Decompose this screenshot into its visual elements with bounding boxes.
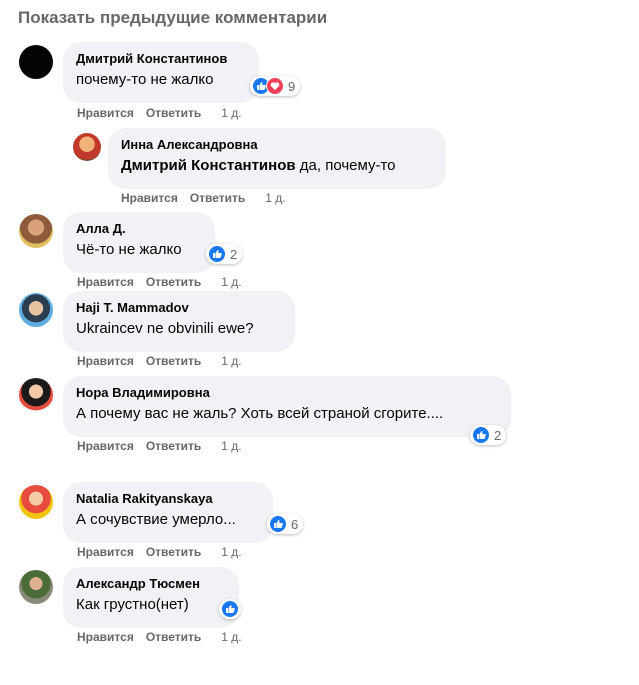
like-button[interactable]: Нравится — [77, 439, 134, 453]
reply-button[interactable]: Ответить — [146, 439, 201, 453]
like-icon — [221, 600, 239, 618]
comment-timestamp[interactable]: 1 д. — [221, 354, 241, 368]
comment-text: А сочувствие умерло... — [76, 511, 236, 528]
comment-author[interactable]: Алла Д. — [76, 221, 202, 237]
like-button[interactable]: Нравится — [77, 354, 134, 368]
avatar[interactable] — [19, 485, 53, 519]
like-button[interactable]: Нравится — [77, 275, 134, 289]
comment-bubble: Дмитрий Константинов почему-то не жалко — [63, 42, 259, 103]
comment-text: Ukraincev ne obvinili ewe? — [76, 320, 254, 337]
like-button[interactable]: Нравится — [77, 545, 134, 559]
avatar[interactable] — [19, 570, 53, 604]
comment-actions: Нравится Ответить 1 д. — [77, 354, 254, 368]
comment-timestamp[interactable]: 1 д. — [221, 545, 241, 559]
reaction-count: 2 — [494, 427, 502, 443]
comment-author[interactable]: Haji T. Mammadov — [76, 300, 282, 316]
like-button[interactable]: Нравится — [121, 191, 178, 205]
reaction-count: 2 — [230, 246, 238, 262]
comment-actions: Нравится Ответить 1 д. — [121, 191, 298, 205]
reaction-summary[interactable]: 9 — [250, 76, 301, 96]
comment-bubble: Инна Александровна Дмитрий Константинов … — [108, 128, 446, 189]
reaction-summary[interactable]: 2 — [470, 425, 507, 445]
comment-bubble: Нора Владимировна А почему вас не жаль? … — [63, 376, 511, 437]
reply-button[interactable]: Ответить — [146, 354, 201, 368]
comment-timestamp[interactable]: 1 д. — [221, 439, 241, 453]
comment-author[interactable]: Инна Александровна — [121, 137, 433, 153]
mention-link[interactable]: Дмитрий Константинов — [121, 157, 296, 174]
like-icon — [208, 245, 226, 263]
reaction-summary[interactable]: 2 — [206, 244, 243, 264]
reply-button[interactable]: Ответить — [146, 275, 201, 289]
comment-bubble: Алла Д. Чё-то не жалко — [63, 212, 215, 273]
reaction-count: 9 — [288, 78, 296, 94]
show-previous-comments-link[interactable]: Показать предыдущие комментарии — [18, 8, 327, 28]
avatar[interactable] — [19, 378, 53, 412]
like-button[interactable]: Нравится — [77, 106, 134, 120]
avatar[interactable] — [19, 45, 53, 79]
comment-text: А почему вас не жаль? Хоть всей страной … — [76, 405, 444, 422]
like-icon — [269, 515, 287, 533]
comment-bubble: Haji T. Mammadov Ukraincev ne obvinili e… — [63, 291, 295, 352]
comment-actions: Нравится Ответить 1 д. — [77, 275, 254, 289]
reply-button[interactable]: Ответить — [146, 545, 201, 559]
comment-bubble: Александр Тюсмен Как грустно(нет) — [63, 567, 239, 628]
comment-actions: Нравится Ответить 1 д. — [77, 545, 254, 559]
reply-button[interactable]: Ответить — [190, 191, 245, 205]
love-icon — [266, 77, 284, 95]
comment-text: почему-то не жалко — [76, 71, 214, 88]
comment-text: Как грустно(нет) — [76, 596, 189, 613]
comment-bubble: Natalia Rakityanskaya А сочувствие умерл… — [63, 482, 273, 543]
avatar[interactable] — [19, 214, 53, 248]
reply-button[interactable]: Ответить — [146, 630, 201, 644]
comment-author[interactable]: Дмитрий Константинов — [76, 51, 246, 67]
like-button[interactable]: Нравится — [77, 630, 134, 644]
comment-text: Дмитрий Константинов да, почему-то — [121, 156, 433, 176]
reaction-count: 6 — [291, 516, 299, 532]
reply-text: да, почему-то — [299, 157, 396, 174]
comment-actions: Нравится Ответить 1 д. — [77, 439, 254, 453]
comment-author[interactable]: Александр Тюсмен — [76, 576, 226, 592]
reaction-summary[interactable] — [219, 599, 241, 619]
like-icon — [472, 426, 490, 444]
comment-text: Чё-то не жалко — [76, 241, 182, 258]
comment-actions: Нравится Ответить 1 д. — [77, 106, 254, 120]
comment-timestamp[interactable]: 1 д. — [265, 191, 285, 205]
reply-button[interactable]: Ответить — [146, 106, 201, 120]
avatar[interactable] — [19, 293, 53, 327]
avatar[interactable] — [73, 133, 101, 161]
comment-timestamp[interactable]: 1 д. — [221, 630, 241, 644]
comment-timestamp[interactable]: 1 д. — [221, 106, 241, 120]
comment-timestamp[interactable]: 1 д. — [221, 275, 241, 289]
comment-author[interactable]: Natalia Rakityanskaya — [76, 491, 260, 507]
comment-author[interactable]: Нора Владимировна — [76, 385, 498, 401]
reaction-summary[interactable]: 6 — [267, 514, 304, 534]
comment-actions: Нравится Ответить 1 д. — [77, 630, 254, 644]
